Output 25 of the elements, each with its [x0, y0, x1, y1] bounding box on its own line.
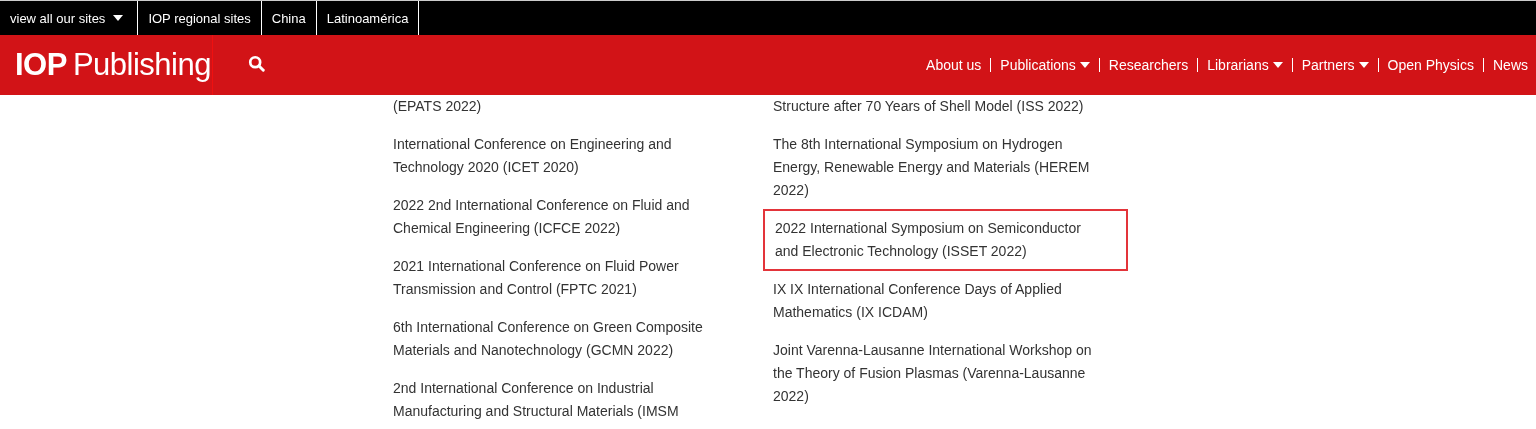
nav-menu[interactable]: Librarians: [1207, 57, 1283, 73]
nav-link[interactable]: Researchers: [1108, 57, 1189, 73]
conference-link[interactable]: 2nd International Conference on Industrial Manufacturing and Structural Materials (IMSM: [393, 377, 733, 423]
nav-link[interactable]: About us: [926, 57, 982, 73]
caret-icon: [1272, 62, 1283, 68]
conference-link[interactable]: Joint Varenna-Lausanne International Workshop on the Theory of Fusion Plasmas (Varenna-Lausanne 2022): [773, 339, 1118, 408]
search-icon: [248, 55, 266, 73]
conference-link[interactable]: International Conference on Engineering and Technology 2020 (ICET 2020): [393, 133, 733, 179]
logo-link[interactable]: IOP Publishing: [0, 35, 213, 95]
conference-link[interactable]: 6th International Conference on Green Composite Materials and Nanotechnology (GCMN 2022): [393, 316, 733, 362]
search-button[interactable]: [248, 55, 268, 75]
conference-link[interactable]: The 8th International Symposium on Hydrogen Energy, Renewable Energy and Materials (HEREM 2022): [773, 133, 1118, 202]
conference-link[interactable]: 2022 International Symposium on Semiconductor and Electronic Technology (ISSET 2022): [763, 209, 1128, 271]
conference-link[interactable]: (EPATS 2022): [393, 95, 733, 118]
conference-link[interactable]: 2022 2nd International Conference on Fluid and Chemical Engineering (ICFCE 2022): [393, 194, 733, 240]
caret-icon: [1079, 62, 1090, 68]
conference-link[interactable]: Structure after 70 Years of Shell Model (ISS 2022): [773, 95, 1118, 118]
caret-icon: [113, 15, 124, 21]
nav-link[interactable]: Open Physics: [1387, 57, 1474, 73]
nav-link[interactable]: News: [1493, 57, 1528, 73]
conference-link[interactable]: 2021 International Conference on Fluid Power Transmission and Control (FPTC 2021): [393, 255, 733, 301]
nav-menu[interactable]: Publications: [1000, 57, 1090, 73]
conference-link[interactable]: IX IX International Conference Days of Applied Mathematics (IX ICDAM): [773, 278, 1118, 324]
nav-menu[interactable]: Partners: [1301, 57, 1369, 73]
caret-icon: [1358, 62, 1369, 68]
